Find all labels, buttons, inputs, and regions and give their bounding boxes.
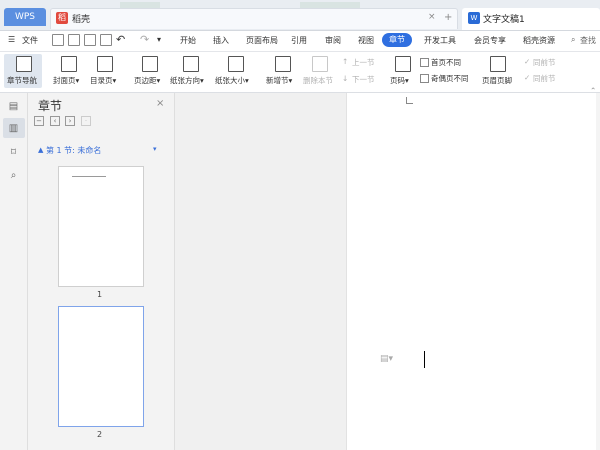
chapter-nav-icon [16,56,32,72]
page-thumbnail[interactable] [58,166,144,287]
menu-page-layout[interactable]: 页面布局 [246,35,278,46]
menu-references[interactable]: 引用 [291,35,307,46]
delete-section-icon[interactable] [312,56,328,72]
odd-even-diff-label: 奇偶页不同 [431,74,469,83]
section-item[interactable]: 第 1 节: 未命名 [46,145,101,156]
prev-section-icon[interactable]: ↑ [342,57,348,66]
paper-size-button[interactable]: 纸张大小▾ [215,75,249,86]
chapter-icon[interactable]: ▥ [8,123,19,134]
orientation-button[interactable]: 纸张方向▾ [170,75,204,86]
writer-logo-icon: W [468,12,480,24]
prev-icon[interactable]: ‹ [50,116,60,126]
next-section-icon[interactable]: ↓ [342,74,348,83]
search-icon[interactable]: ⌕ [8,170,19,181]
new-section-icon[interactable] [275,56,291,72]
chevron-down-icon[interactable]: ▾ [153,145,157,153]
menu-chapter[interactable]: 章节 [382,33,412,47]
next-icon[interactable]: › [65,116,75,126]
prev-section-button[interactable]: 上一节 [352,57,375,68]
search-icon[interactable]: ⌕ [571,35,575,45]
page-number: 2 [97,430,103,439]
settings-icon[interactable]: · [81,116,91,126]
daohang-tab-label: 稻壳 [72,15,91,25]
daohang-logo-icon: 稻 [56,12,68,24]
print-icon[interactable] [84,34,96,46]
delete-section-button[interactable]: 删除本节 [303,75,333,86]
bookmark-icon[interactable]: ⌑ [8,147,19,158]
menu-home[interactable]: 开始 [180,35,196,46]
cover-page-button[interactable]: 封面页▾ [53,75,79,86]
text-cursor [424,351,425,368]
page-thumbnail-selected[interactable] [58,306,144,427]
first-page-diff-checkbox[interactable] [420,58,429,67]
page-number-button[interactable]: 页码▾ [390,75,409,86]
chapter-nav-label: 章节导航 [7,76,37,85]
ribbon [0,52,600,93]
hamburger-icon[interactable]: ☰ [8,35,15,44]
same-prev-footer-option[interactable]: 同前节 [533,73,556,84]
expand-arrow-icon[interactable]: ▲ [38,146,43,154]
toc-page-button[interactable]: 目录页▾ [90,75,116,86]
new-tab-icon[interactable]: + [444,12,452,23]
same-prev-header-option[interactable]: 同前节 [533,57,556,68]
orientation-icon[interactable] [183,56,199,72]
odd-even-diff-checkbox[interactable] [420,74,429,83]
redo-icon[interactable]: ↷ [140,33,149,46]
customize-toolbar-icon[interactable]: ▾ [157,35,161,44]
export-pdf-icon[interactable] [68,34,80,46]
first-page-diff-label: 首页不同 [431,58,461,67]
panel-title: 章节 [38,99,63,113]
outline-icon[interactable]: ▤ [8,101,19,112]
print-preview-icon[interactable] [100,34,112,46]
document-page[interactable] [346,93,600,450]
collapse-all-icon[interactable]: − [34,116,44,126]
close-icon[interactable]: × [156,98,164,109]
margins-button[interactable]: 页边距▾ [134,75,160,86]
margins-icon[interactable] [142,56,158,72]
menu-member[interactable]: 会员专享 [474,35,506,46]
undo-icon[interactable]: ↶ [116,33,125,46]
vertical-scrollbar[interactable] [596,93,600,450]
check-icon: ✓ [524,57,531,66]
toc-page-icon[interactable] [97,56,113,72]
check-icon: ✓ [524,73,531,82]
page-number: 1 [97,290,103,299]
margin-corner-mark [406,97,413,104]
menu-review[interactable]: 审阅 [325,35,341,46]
menu-view[interactable]: 视图 [358,35,374,46]
paper-size-icon[interactable] [228,56,244,72]
daohang-tab[interactable] [50,8,458,29]
paragraph-menu-icon[interactable]: ▤▾ [380,354,393,364]
header-footer-button[interactable]: 页眉页脚 [482,75,512,86]
wps-home-tab[interactable]: WPS [4,8,46,26]
thumbnail-text-line [72,176,106,177]
menu-daoke-resources[interactable]: 稻壳资源 [523,35,555,46]
menu-insert[interactable]: 插入 [213,35,229,46]
close-tab-icon[interactable]: × [428,12,436,22]
menu-search[interactable]: 查找 [580,35,596,46]
save-icon[interactable] [52,34,64,46]
document-tab-label: 文字文稿1 [483,15,525,25]
page-number-icon[interactable] [395,56,411,72]
header-footer-icon[interactable] [490,56,506,72]
cover-page-icon[interactable] [61,56,77,72]
menu-developer[interactable]: 开发工具 [424,35,456,46]
menu-file[interactable]: 文件 [22,35,38,46]
new-section-button[interactable]: 新增节▾ [266,75,292,86]
next-section-button[interactable]: 下一节 [352,74,375,85]
